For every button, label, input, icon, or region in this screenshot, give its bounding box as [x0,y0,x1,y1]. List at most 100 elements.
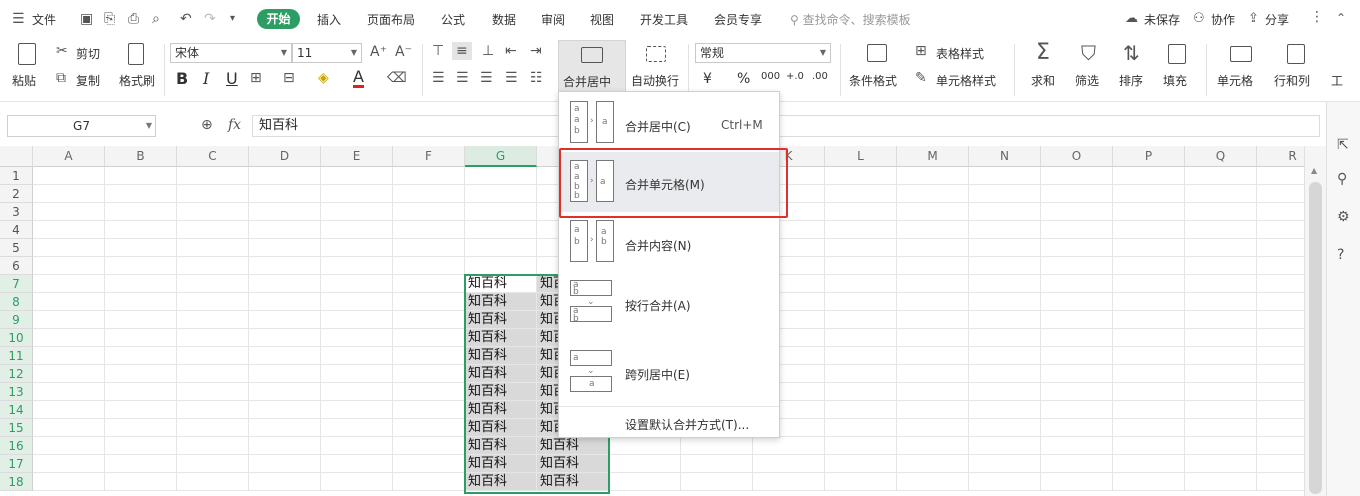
cell-c7[interactable] [177,275,249,293]
cell-g10[interactable]: 知百科 [465,329,537,347]
cell-f13[interactable] [393,383,465,401]
cell-e4[interactable] [321,221,393,239]
cell-p15[interactable] [1113,419,1185,437]
cell-l1[interactable] [825,167,897,185]
cell-f1[interactable] [393,167,465,185]
cell-n6[interactable] [969,257,1041,275]
cell-o11[interactable] [1041,347,1113,365]
cell-a11[interactable] [33,347,105,365]
cell-m3[interactable] [897,203,969,221]
cell-d17[interactable] [249,455,321,473]
cell-c12[interactable] [177,365,249,383]
cell-c11[interactable] [177,347,249,365]
settings-icon[interactable]: ⚙ [1337,210,1350,224]
cell-l18[interactable] [825,473,897,491]
row-col-button[interactable]: 行和列 [1274,72,1310,89]
cell-c2[interactable] [177,185,249,203]
cell-n9[interactable] [969,311,1041,329]
sort-button[interactable]: 排序 [1119,72,1143,89]
table-style-button[interactable]: 表格样式 [936,45,984,62]
cell-i16[interactable] [609,437,681,455]
menu-item-merge-center[interactable]: a a b › a 合并居中(C) Ctrl+M [559,94,779,154]
column-header-q[interactable]: Q [1185,146,1257,167]
cell-a5[interactable] [33,239,105,257]
collab-button[interactable]: 协作 [1211,11,1235,28]
cell-q13[interactable] [1185,383,1257,401]
cell-p9[interactable] [1113,311,1185,329]
row-header-2[interactable]: 2 [0,185,33,203]
cell-a14[interactable] [33,401,105,419]
cell-d9[interactable] [249,311,321,329]
formula-input[interactable]: 知百科 [252,115,1320,137]
cell-p6[interactable] [1113,257,1185,275]
print-icon[interactable]: ⎙ [128,12,139,26]
sort-icon[interactable]: ⇅ [1123,42,1140,64]
cell-o15[interactable] [1041,419,1113,437]
cell-j18[interactable] [681,473,753,491]
cell-p7[interactable] [1113,275,1185,293]
cell-f7[interactable] [393,275,465,293]
wrap-text-button[interactable]: 自动换行 [631,72,679,89]
cell-f12[interactable] [393,365,465,383]
cell-m17[interactable] [897,455,969,473]
align-bottom-icon[interactable]: ⊥ [482,44,494,58]
tab-review[interactable]: 审阅 [541,11,565,28]
cell-g5[interactable] [465,239,537,257]
preview-icon[interactable]: ⌕ [152,12,160,26]
cell-p12[interactable] [1113,365,1185,383]
cell-p2[interactable] [1113,185,1185,203]
cell-q17[interactable] [1185,455,1257,473]
cell-g9[interactable]: 知百科 [465,311,537,329]
cell-m16[interactable] [897,437,969,455]
cell-d18[interactable] [249,473,321,491]
tab-formula[interactable]: 公式 [441,11,465,28]
cell-a13[interactable] [33,383,105,401]
cell-e2[interactable] [321,185,393,203]
font-size-select[interactable]: 11 ▼ [292,43,362,63]
cell-g18[interactable]: 知百科 [465,473,537,491]
cell-c16[interactable] [177,437,249,455]
menu-item-center-across[interactable]: a ⌄ a 跨列居中(E) [559,342,779,402]
cell-n16[interactable] [969,437,1041,455]
conditional-format-icon[interactable] [867,44,887,62]
cell-h17[interactable]: 知百科 [537,455,609,473]
cell-c14[interactable] [177,401,249,419]
cell-d13[interactable] [249,383,321,401]
cell-c6[interactable] [177,257,249,275]
cell-n3[interactable] [969,203,1041,221]
cell-m5[interactable] [897,239,969,257]
cell-c1[interactable] [177,167,249,185]
column-header-l[interactable]: L [825,146,897,167]
menu-item-default-merge[interactable]: 设置默认合并方式(T)... [559,407,779,437]
cell-p13[interactable] [1113,383,1185,401]
cell-r4[interactable] [1257,221,1304,239]
cell-k16[interactable] [753,437,825,455]
cell-m4[interactable] [897,221,969,239]
cell-a10[interactable] [33,329,105,347]
cell-r7[interactable] [1257,275,1304,293]
decimal-decrease-button[interactable]: .00 [812,71,828,82]
font-grow-icon[interactable]: A⁺ [370,45,387,59]
cell-f10[interactable] [393,329,465,347]
cell-g15[interactable]: 知百科 [465,419,537,437]
cell-f8[interactable] [393,293,465,311]
menu-item-merge-content[interactable]: a b › a b 合并内容(N) [559,213,779,273]
cell-style-button[interactable]: 单元格样式 [936,72,996,89]
align-middle-icon[interactable]: ≡ [452,42,472,60]
cell-g2[interactable] [465,185,537,203]
paste-button[interactable]: 粘贴 [12,72,36,89]
cell-c4[interactable] [177,221,249,239]
cell-b12[interactable] [105,365,177,383]
cell-m7[interactable] [897,275,969,293]
cell-g8[interactable]: 知百科 [465,293,537,311]
cell-n12[interactable] [969,365,1041,383]
cell-l2[interactable] [825,185,897,203]
cell-p10[interactable] [1113,329,1185,347]
export-icon[interactable]: ⎘ [104,12,115,26]
cell-r2[interactable] [1257,185,1304,203]
format-painter-button[interactable]: 格式刷 [119,72,155,89]
cell-b17[interactable] [105,455,177,473]
column-header-d[interactable]: D [249,146,321,167]
cell-f15[interactable] [393,419,465,437]
cell-a3[interactable] [33,203,105,221]
